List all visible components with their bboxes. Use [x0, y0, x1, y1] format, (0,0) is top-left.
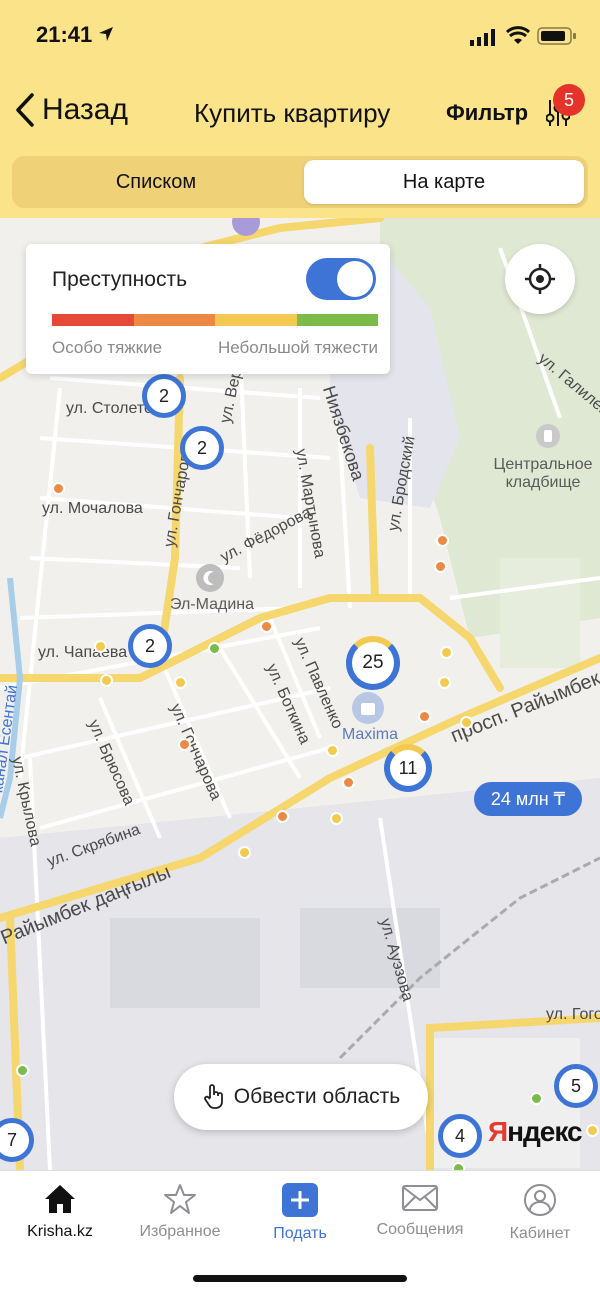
- page-title: Купить квартиру: [194, 98, 391, 128]
- listing-cluster[interactable]: 4: [438, 1114, 482, 1158]
- cluster-count: 25: [362, 652, 384, 673]
- status-time: 21:41: [36, 22, 93, 47]
- status-bar: 21:41: [0, 0, 600, 70]
- header: 21:41 Назад Купить квартиру Фильтр 5 Спи…: [0, 0, 600, 218]
- legend-right-label: Небольшой тяжести: [217, 338, 378, 357]
- cluster-count: 2: [196, 438, 207, 458]
- tab-home[interactable]: Krisha.kz: [0, 1183, 120, 1253]
- tab-messages[interactable]: Сообщения: [360, 1183, 480, 1253]
- crime-dot[interactable]: [434, 560, 447, 573]
- home-indicator: [193, 1275, 407, 1282]
- crime-dot[interactable]: [418, 710, 431, 723]
- listing-cluster[interactable]: 2: [180, 426, 224, 470]
- plus-icon: [282, 1183, 318, 1217]
- scale-segment: [215, 314, 297, 326]
- tab-favorites[interactable]: Избранное: [120, 1183, 240, 1253]
- crime-dot[interactable]: [16, 1064, 29, 1077]
- crime-dot[interactable]: [100, 674, 113, 687]
- tab-label: Сообщения: [376, 1221, 464, 1238]
- crime-dot[interactable]: [436, 534, 449, 547]
- crime-dot[interactable]: [178, 738, 191, 751]
- cluster-count: 5: [570, 1076, 581, 1096]
- battery-icon: [537, 27, 576, 45]
- tab-label: Избранное: [139, 1223, 221, 1240]
- chevron-left-icon: [16, 93, 34, 127]
- crime-dot[interactable]: [174, 676, 187, 689]
- location-arrow-icon: [99, 27, 113, 41]
- street-label: ул. Гоголя: [546, 1006, 600, 1023]
- toggle-knob: [337, 261, 373, 297]
- place-label: Эл-Мадина: [169, 596, 255, 613]
- nav-bar: Назад Купить квартиру Фильтр 5: [0, 84, 600, 140]
- yandex-logo: Яндекс: [488, 1116, 583, 1147]
- street-label: ул. Мочалова: [42, 500, 143, 517]
- scale-segment: [296, 314, 378, 326]
- wifi-icon: [506, 26, 530, 44]
- crosshair-icon: [525, 264, 555, 294]
- hand-pointer-icon: [203, 1084, 223, 1109]
- crime-scale-bar: [52, 314, 378, 326]
- crime-dot[interactable]: [52, 482, 65, 495]
- crime-layer-toggle[interactable]: [306, 258, 376, 300]
- crime-dot[interactable]: [326, 744, 339, 757]
- crime-dot[interactable]: [438, 676, 451, 689]
- home-icon: [45, 1185, 75, 1213]
- place-label: Maxima: [341, 726, 398, 743]
- back-label: Назад: [42, 93, 128, 126]
- tab-label: Krisha.kz: [27, 1223, 93, 1240]
- draw-area-label: Обвести область: [233, 1085, 401, 1108]
- crime-dot[interactable]: [94, 640, 107, 653]
- back-button[interactable]: Назад: [12, 92, 128, 128]
- legend-title: Преступность: [52, 268, 188, 291]
- user-icon: [524, 1184, 556, 1216]
- crime-dot[interactable]: [260, 620, 273, 633]
- tab-label: Кабинет: [509, 1225, 571, 1242]
- listing-cluster[interactable]: 25: [346, 636, 400, 690]
- crime-dot[interactable]: [460, 716, 473, 729]
- cluster-count: 2: [144, 636, 155, 656]
- legend-left-label: Особо тяжкие: [52, 338, 163, 357]
- scale-segment: [133, 314, 215, 326]
- view-mode-switch: Списком На карте: [12, 156, 588, 208]
- crime-dot[interactable]: [330, 812, 343, 825]
- price-marker[interactable]: 24 млн ₸: [474, 782, 582, 816]
- crime-dot[interactable]: [238, 846, 251, 859]
- listing-cluster[interactable]: 2: [128, 624, 172, 668]
- listing-cluster[interactable]: 5: [554, 1064, 598, 1108]
- star-icon: [164, 1184, 196, 1214]
- crime-dot[interactable]: [440, 646, 453, 659]
- cluster-count: 11: [398, 758, 418, 778]
- scale-segment: [52, 314, 134, 326]
- draw-area-button[interactable]: Обвести область: [174, 1064, 428, 1130]
- locate-me-button[interactable]: [505, 244, 575, 314]
- cluster-count: 2: [158, 386, 169, 406]
- crime-dot[interactable]: [586, 1124, 599, 1137]
- crime-dot[interactable]: [208, 642, 221, 655]
- crime-legend: Преступность Особо тяжкие Небольшой тяже…: [26, 244, 390, 374]
- street-label: ул. Чапаева: [38, 644, 128, 661]
- crime-dot[interactable]: [276, 810, 289, 823]
- tab-map-view[interactable]: На карте: [304, 160, 584, 204]
- cluster-count: 7: [6, 1130, 17, 1150]
- tab-label: Подать: [273, 1225, 327, 1242]
- cellular-signal-icon: [470, 29, 495, 46]
- crime-dot[interactable]: [452, 1162, 465, 1170]
- tab-post[interactable]: Подать: [240, 1183, 360, 1253]
- crime-dot[interactable]: [342, 776, 355, 789]
- tab-list-view[interactable]: Списком: [16, 160, 296, 204]
- place-label: Центральное кладбище: [493, 456, 593, 491]
- map-view[interactable]: ул. Столетова ул. Гончарова ул. Мочалова…: [0, 218, 600, 1170]
- envelope-icon: [402, 1185, 438, 1211]
- cluster-count: 4: [454, 1126, 465, 1146]
- listing-cluster[interactable]: 2: [142, 374, 186, 418]
- filter-count-badge: 5: [553, 84, 585, 116]
- listing-cluster[interactable]: 11: [384, 744, 432, 792]
- filter-button[interactable]: Фильтр: [446, 100, 528, 126]
- crime-dot[interactable]: [530, 1092, 543, 1105]
- tab-account[interactable]: Кабинет: [480, 1183, 600, 1253]
